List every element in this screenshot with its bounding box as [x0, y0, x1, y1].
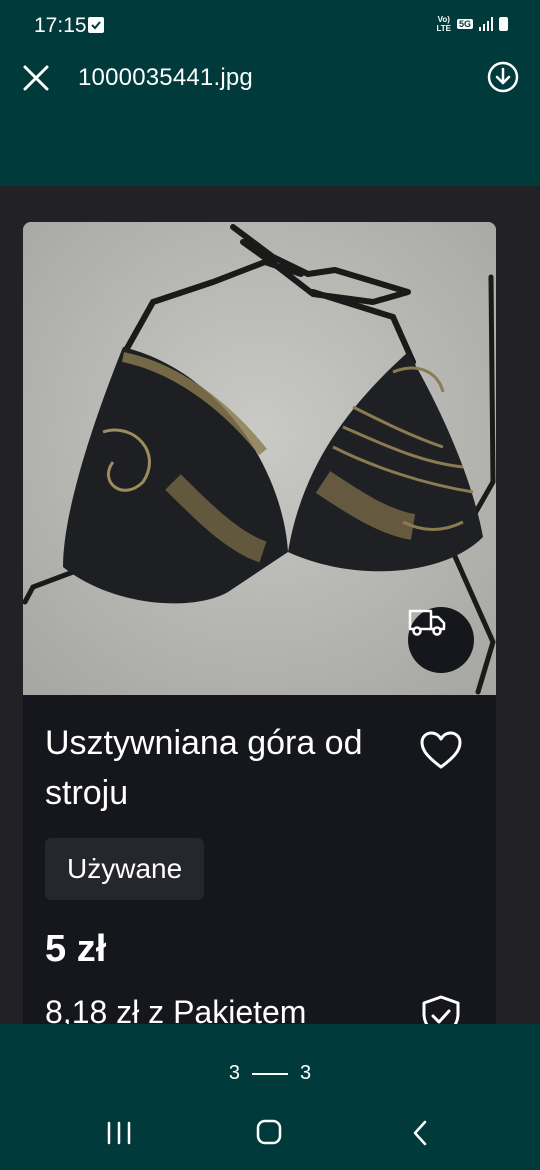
close-icon[interactable] — [22, 64, 50, 92]
shipping-badge[interactable] — [408, 607, 474, 673]
page-separator — [252, 1072, 288, 1075]
battery-icon — [499, 17, 508, 31]
status-time: 17:15 — [34, 14, 87, 37]
condition-chip: Używane — [45, 838, 205, 900]
system-navigation — [0, 1119, 540, 1160]
signal-icon — [479, 17, 493, 31]
page-current: 3 — [228, 1062, 240, 1084]
notification-check-icon — [88, 17, 104, 33]
truck-icon — [408, 609, 446, 636]
viewer-bottom-bar: 3 3 — [0, 1024, 540, 1170]
listing-title: Usztywniana góra od stroju — [45, 724, 363, 812]
listing-card: Usztywniana góra od stroju Używane 5 zł … — [23, 222, 496, 1024]
page-total: 3 — [300, 1062, 312, 1084]
favorite-heart-icon[interactable] — [419, 730, 463, 770]
price-with-protection: 8,18 zł z Pakietem — [45, 994, 307, 1024]
viewer-app-bar: 1000035441.jpg — [0, 52, 540, 186]
download-icon[interactable] — [486, 60, 520, 94]
status-bar: 17:15 Vo) LTE 5G — [0, 0, 540, 52]
network-type: 5G — [456, 19, 473, 29]
home-icon[interactable] — [256, 1119, 282, 1145]
file-name: 1000035441.jpg — [78, 64, 253, 91]
volte-icon: Vo) LTE — [436, 15, 451, 33]
page-indicator: 3 3 — [0, 1062, 540, 1085]
product-photo[interactable] — [23, 222, 496, 695]
recents-icon[interactable] — [105, 1120, 133, 1146]
back-icon[interactable] — [410, 1120, 430, 1146]
shield-check-icon[interactable] — [419, 994, 463, 1024]
image-viewer[interactable]: Usztywniana góra od stroju Używane 5 zł … — [0, 186, 540, 1024]
price: 5 zł — [45, 928, 107, 970]
status-icons: Vo) LTE 5G — [436, 15, 508, 33]
